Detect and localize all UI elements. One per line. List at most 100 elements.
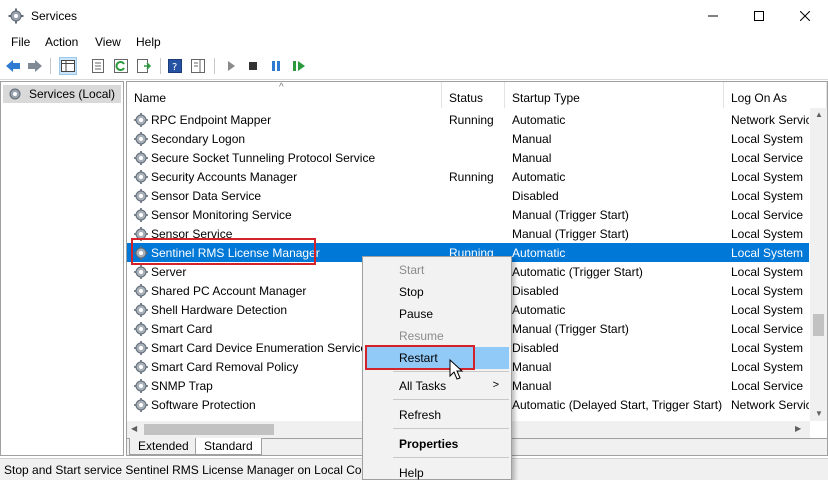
service-gear-icon [133,321,149,337]
refresh-icon[interactable] [112,57,130,75]
service-log-on-as: Local Service [731,151,804,165]
menu-item-properties[interactable]: Properties [365,433,509,455]
service-log-on-as: Network Service [731,398,809,412]
menu-item-start[interactable]: Start [365,259,509,281]
scroll-up-icon[interactable]: ▲ [815,110,823,119]
services-gear-icon [9,88,21,100]
service-gear-icon [133,302,149,318]
selected-service-highlight [131,238,316,265]
services-gear-icon [8,8,24,24]
service-startup-type: Manual (Trigger Start) [512,322,629,336]
console-tree-icon[interactable] [59,57,77,75]
service-startup-type: Automatic (Delayed Start, Trigger Start) [512,398,723,412]
tab-extended[interactable]: Extended [129,438,198,455]
service-log-on-as: Local System [731,189,804,203]
scroll-left-icon[interactable]: ◀ [131,424,137,433]
column-header-startup-type[interactable]: Startup Type [505,82,724,108]
back-arrow-icon[interactable] [4,57,22,75]
service-startup-type: Manual (Trigger Start) [512,227,629,241]
pause-service-icon[interactable] [267,57,285,75]
service-startup-type: Automatic (Trigger Start) [512,265,643,279]
service-log-on-as: Local System [731,170,804,184]
minimize-button[interactable] [690,0,736,31]
menu-item-refresh[interactable]: Refresh [365,404,509,426]
close-button[interactable] [782,0,828,31]
service-gear-icon [133,207,149,223]
service-startup-type: Manual [512,132,552,146]
maximize-button[interactable] [736,0,782,31]
column-header-log-on-as[interactable]: Log On As [724,82,827,108]
service-startup-type: Manual [512,360,552,374]
service-row[interactable]: Sensor Data Service Disabled Local System [127,186,809,205]
svg-text:?: ? [172,62,177,73]
title-bar: Services [0,0,828,31]
service-startup-type: Automatic [512,303,566,317]
service-name: Sensor Monitoring Service [151,208,292,222]
horizontal-scroll-thumb[interactable] [144,424,274,435]
column-header-name[interactable]: Name [127,82,442,108]
menu-help[interactable]: Help [136,35,161,49]
service-log-on-as: Local Service [731,379,804,393]
console-tree-pane: Services (Local) [0,81,124,456]
service-row[interactable]: RPC Endpoint Mapper Running Automatic Netwo… [127,110,809,129]
service-name: Sensor Data Service [151,189,262,203]
service-row[interactable]: Secure Socket Tunneling Protocol Service… [127,148,809,167]
forward-arrow-icon[interactable] [26,57,44,75]
service-gear-icon [133,397,149,413]
service-row[interactable]: Sensor Monitoring Service Manual (Trigger… [127,205,809,224]
service-gear-icon [133,264,149,280]
menu-view[interactable]: View [95,35,121,49]
help-icon[interactable]: ? [166,57,184,75]
menu-bar: File Action View Help [0,31,828,53]
service-name: Secondary Logon [151,132,246,146]
service-startup-type: Disabled [512,284,559,298]
service-startup-type: Manual [512,151,552,165]
service-log-on-as: Local System [731,265,804,279]
tab-standard[interactable]: Standard [195,438,262,455]
service-startup-type: Disabled [512,341,559,355]
column-header-status[interactable]: Status [442,82,505,108]
scroll-down-icon[interactable]: ▼ [815,409,823,418]
service-startup-type: Disabled [512,189,559,203]
service-status: Running [449,113,494,127]
submenu-arrow-icon: > [492,379,499,391]
service-startup-type: Automatic [512,246,566,260]
service-log-on-as: Local System [731,303,804,317]
scroll-right-icon[interactable]: ▶ [795,424,801,433]
service-gear-icon [133,359,149,375]
menu-item-resume[interactable]: Resume [365,325,509,347]
export-list-icon[interactable] [135,57,153,75]
all-tasks-label: All Tasks [399,379,447,393]
service-row[interactable]: Security Accounts Manager Running Automati… [127,167,809,186]
tree-item-label: Services (Local) [29,87,116,101]
service-log-on-as: Local System [731,284,804,298]
service-gear-icon [133,188,149,204]
menu-file[interactable]: File [11,35,30,49]
stop-service-icon[interactable] [244,57,262,75]
menu-item-help[interactable]: Help [365,462,509,480]
service-gear-icon [133,378,149,394]
service-log-on-as: Local System [731,227,804,241]
service-log-on-as: Local System [731,341,804,355]
vertical-scrollbar[interactable]: ▲ ▼ [810,108,827,421]
vertical-scroll-thumb[interactable] [813,314,824,336]
service-log-on-as: Local System [731,132,804,146]
service-startup-type: Automatic [512,113,566,127]
service-status: Running [449,170,494,184]
start-service-icon[interactable] [222,57,240,75]
show-hide-action-pane-icon[interactable] [189,57,207,75]
service-startup-type: Manual (Trigger Start) [512,208,629,222]
window-title: Services [31,9,78,23]
properties-sheet-icon[interactable] [89,57,107,75]
menu-action[interactable]: Action [45,35,78,49]
service-row[interactable]: Secondary Logon Manual Local System [127,129,809,148]
menu-item-pause[interactable]: Pause [365,303,509,325]
service-gear-icon [133,340,149,356]
service-name: RPC Endpoint Mapper [151,113,272,127]
tree-item-services-local[interactable]: Services (Local) [3,85,121,103]
menu-item-stop[interactable]: Stop [365,281,509,303]
service-log-on-as: Local System [731,246,804,260]
service-startup-type: Manual [512,379,552,393]
restart-service-icon[interactable] [290,57,308,75]
menu-item-all-tasks[interactable]: All Tasks > [365,375,509,397]
